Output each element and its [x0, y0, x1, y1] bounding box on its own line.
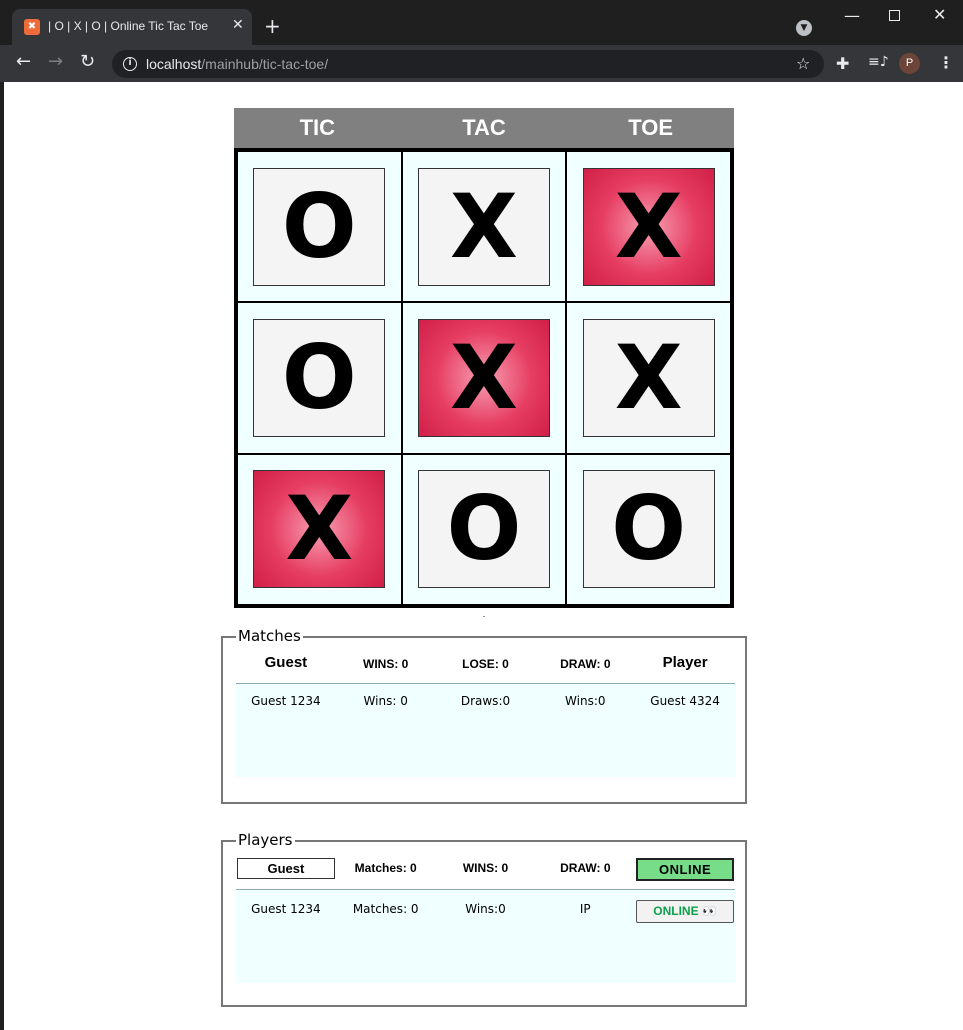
- player-online-label: ONLINE: [653, 904, 699, 918]
- matches-panel: Matches Guest WINS: 0 LOSE: 0 DRAW: 0 Pl…: [221, 627, 747, 804]
- back-arrow-icon[interactable]: ←: [16, 51, 31, 73]
- url-text[interactable]: localhost/mainhub/tic-tac-toe/: [146, 56, 328, 72]
- cell-mark[interactable]: X: [582, 318, 715, 437]
- player-online-button[interactable]: ONLINE 👀: [636, 900, 735, 923]
- close-tab-icon[interactable]: ✕: [232, 17, 244, 33]
- matches-draw-header: DRAW: 0: [560, 657, 611, 671]
- minimize-icon[interactable]: —: [844, 6, 860, 25]
- maximize-icon[interactable]: [889, 10, 900, 21]
- eyes-emoji-icon: 👀: [701, 904, 717, 918]
- address-bar[interactable]: i localhost/mainhub/tic-tac-toe/ ☆: [112, 50, 824, 78]
- players-table-body: Guest 1234 Matches: 0 Wins:0 IP ONLINE 👀: [236, 889, 735, 983]
- player-wins: Wins:0: [465, 902, 506, 916]
- matches-guest-header: Guest: [264, 654, 308, 671]
- board-cell[interactable]: O: [237, 302, 402, 454]
- matches-wins-header: WINS: 0: [363, 657, 409, 671]
- match-player-wins: Wins:0: [565, 694, 606, 708]
- header-tac: TAC: [462, 115, 506, 140]
- board-cell[interactable]: X: [401, 151, 567, 303]
- cell-mark[interactable]: X: [417, 318, 550, 437]
- online-status-badge: ONLINE: [636, 858, 735, 881]
- reload-icon[interactable]: ↻: [80, 51, 95, 73]
- close-window-icon[interactable]: ✕: [933, 5, 946, 24]
- cell-mark[interactable]: X: [417, 167, 550, 286]
- match-guest-name: Guest 1234: [251, 694, 321, 708]
- board-cell[interactable]: X: [566, 302, 731, 454]
- extensions-puzzle-icon[interactable]: ✚: [836, 54, 849, 73]
- table-row: Guest 1234 Wins: 0 Draws:0 Wins:0 Guest …: [236, 694, 735, 708]
- players-header-row: Guest Matches: 0 WINS: 0 DRAW: 0 ONLINE: [236, 858, 735, 881]
- match-draws: Draws:0: [460, 694, 511, 708]
- players-matches-header: Matches: 0: [354, 861, 417, 875]
- info-icon[interactable]: i: [123, 57, 137, 71]
- players-draw-header: DRAW: 0: [560, 861, 611, 875]
- game-board: O X X O X X X O O: [234, 148, 734, 608]
- kebab-menu-icon[interactable]: ⋮: [938, 53, 954, 72]
- matches-header-row: Guest WINS: 0 LOSE: 0 DRAW: 0 Player: [236, 654, 735, 671]
- player-matches: Matches: 0: [352, 902, 419, 916]
- board-cell[interactable]: O: [401, 453, 567, 605]
- window-edge: [0, 82, 4, 1030]
- divider-dot: [483, 616, 485, 617]
- forward-arrow-icon[interactable]: →: [48, 51, 63, 73]
- matches-player-header: Player: [662, 654, 708, 671]
- player-guest-name: Guest 1234: [251, 902, 321, 916]
- board-cell[interactable]: X: [401, 302, 567, 454]
- cell-mark[interactable]: O: [253, 167, 386, 286]
- cell-mark[interactable]: O: [417, 470, 550, 589]
- players-wins-header: WINS: 0: [462, 861, 509, 875]
- tab-search-icon[interactable]: ▼: [796, 20, 812, 36]
- board-cell[interactable]: X: [566, 151, 731, 303]
- header-tic: TIC: [299, 115, 336, 140]
- cell-mark[interactable]: O: [582, 470, 715, 589]
- players-legend: Players: [236, 831, 295, 849]
- board-cell[interactable]: X: [237, 453, 402, 605]
- header-toe: TOE: [628, 115, 674, 140]
- board-title-bar: TIC TAC TOE: [234, 108, 734, 148]
- board-cell[interactable]: O: [237, 151, 402, 303]
- new-tab-icon[interactable]: +: [264, 16, 281, 36]
- table-row: Guest 1234 Matches: 0 Wins:0 IP ONLINE 👀: [236, 900, 735, 923]
- matches-lose-header: LOSE: 0: [462, 657, 509, 671]
- profile-avatar[interactable]: P: [899, 53, 920, 74]
- bookmark-star-icon[interactable]: ☆: [796, 54, 810, 73]
- match-player-name: Guest 4324: [650, 694, 720, 708]
- matches-legend: Matches: [236, 627, 303, 645]
- cell-mark[interactable]: X: [582, 167, 715, 286]
- media-control-icon[interactable]: ≡♪: [868, 54, 889, 70]
- tab-title: | O | X | O | Online Tic Tac Toe: [48, 19, 209, 33]
- browser-tab[interactable]: ✖ | O | X | O | Online Tic Tac Toe ✕: [12, 9, 252, 45]
- guest-button[interactable]: Guest: [236, 858, 335, 879]
- player-ip: IP: [579, 902, 591, 916]
- board-cell[interactable]: O: [566, 453, 731, 605]
- tab-strip: ✖ | O | X | O | Online Tic Tac Toe ✕ + ▼…: [0, 0, 963, 45]
- favicon-icon: ✖: [24, 19, 40, 35]
- matches-table-body: Guest 1234 Wins: 0 Draws:0 Wins:0 Guest …: [236, 683, 735, 777]
- browser-toolbar: ← → ↻ i localhost/mainhub/tic-tac-toe/ ☆…: [0, 45, 963, 82]
- cell-mark[interactable]: X: [253, 470, 386, 589]
- match-wins: Wins: 0: [363, 694, 408, 708]
- cell-mark[interactable]: O: [253, 318, 386, 437]
- players-panel: Players Guest Matches: 0 WINS: 0 DRAW: 0…: [221, 831, 747, 1007]
